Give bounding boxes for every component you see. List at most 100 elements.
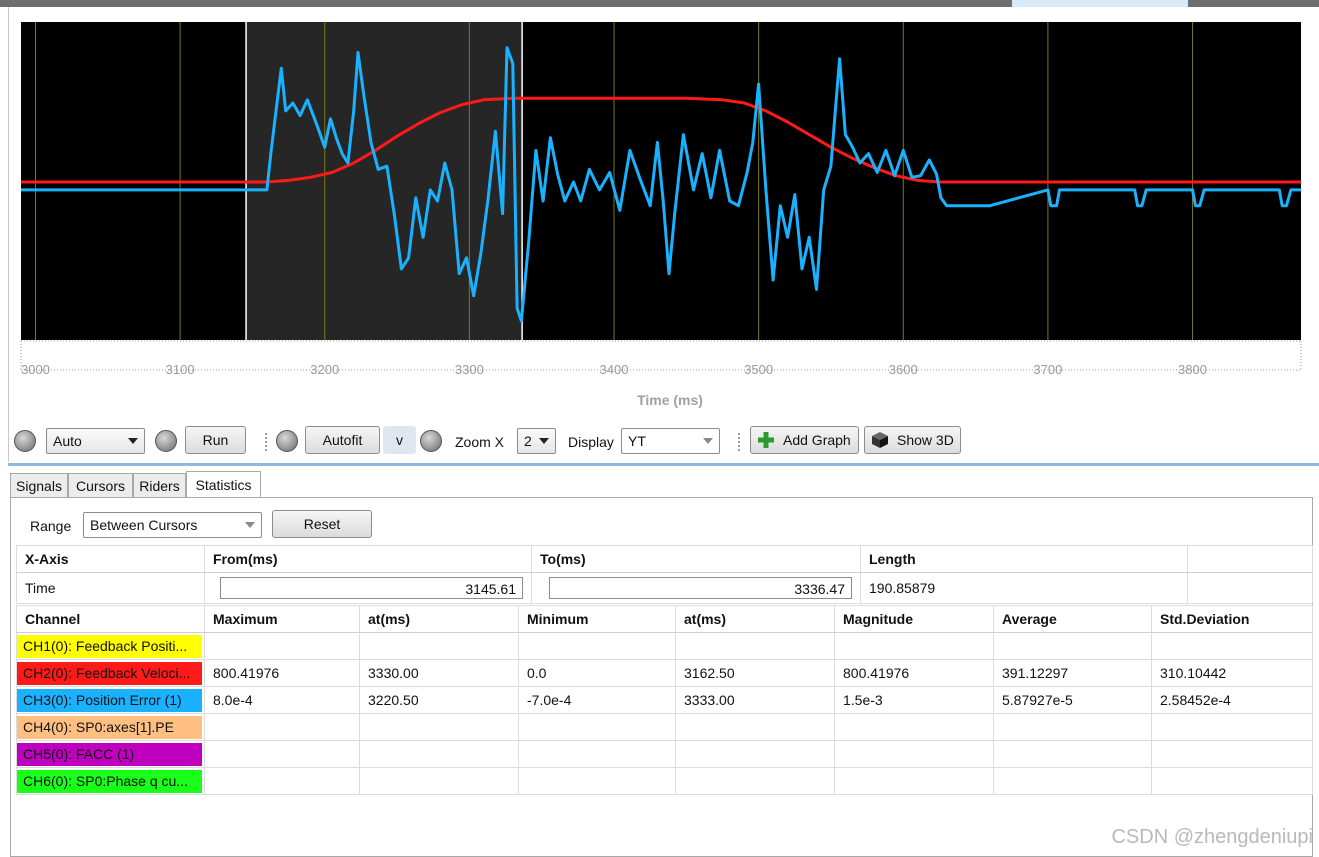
- stat-cell-std: [1151, 740, 1313, 768]
- table-row[interactable]: CH2(0): Feedback Veloci... 800.41976 3330.…: [16, 659, 1313, 687]
- stat-cell-average: [993, 632, 1152, 660]
- x-tick-label: 3400: [599, 362, 629, 377]
- column-header: To(ms): [531, 545, 861, 573]
- stat-cell-min-at: [675, 713, 835, 741]
- stat-cell-average: [993, 740, 1152, 768]
- tab-riders[interactable]: Riders: [133, 473, 186, 497]
- reset-button[interactable]: Reset: [272, 510, 372, 538]
- x-axis-table: X-Axis From(ms) To(ms) Length Time 3145.…: [16, 545, 1313, 604]
- stat-cell-max-at: [359, 713, 519, 741]
- tab-cursors[interactable]: Cursors: [68, 473, 133, 497]
- x-axis-header-row: X-Axis From(ms) To(ms) Length: [16, 545, 1313, 573]
- column-header: [1187, 545, 1313, 573]
- stat-cell-maximum: [204, 740, 360, 768]
- reset-button-label: Reset: [303, 516, 341, 532]
- stat-cell-maximum: [204, 767, 360, 795]
- stat-cell-min-at: [675, 632, 835, 660]
- stat-cell-minimum: [518, 632, 676, 660]
- add-graph-button[interactable]: Add Graph: [750, 426, 859, 454]
- stat-cell-magnitude: [834, 713, 994, 741]
- toolbar-separator: [738, 433, 742, 451]
- stat-cell-magnitude: [834, 740, 994, 768]
- display-select[interactable]: YT: [621, 428, 720, 454]
- statistics-panel: Range Between Cursors Reset X-Axis From(…: [10, 497, 1313, 857]
- table-row[interactable]: CH4(0): SP0:axes[1].PE: [16, 713, 1313, 741]
- stat-cell-minimum: [518, 740, 676, 768]
- x-axis-row: Time 3145.61 3336.47 190.85879: [16, 572, 1313, 604]
- run-led-icon: [155, 430, 177, 452]
- column-header: Average: [993, 605, 1152, 633]
- x-tick-label: 3500: [744, 362, 774, 377]
- stat-cell-max-at: 3220.50: [359, 686, 519, 714]
- stat-cell-maximum: 800.41976: [204, 659, 360, 687]
- tab-statistics-label: Statistics: [195, 477, 252, 493]
- from-ms-input[interactable]: 3145.61: [220, 577, 523, 599]
- column-header: at(ms): [359, 605, 519, 633]
- stat-cell-minimum: -7.0e-4: [518, 686, 676, 714]
- column-header: Std.Deviation: [1151, 605, 1313, 633]
- range-select[interactable]: Between Cursors: [83, 512, 262, 538]
- channel-cell: CH3(0): Position Error (1): [16, 686, 205, 714]
- stat-cell-std: [1151, 767, 1313, 795]
- autofit-button[interactable]: Autofit: [305, 426, 380, 454]
- stat-cell-std: [1151, 632, 1313, 660]
- channel-name: CH2(0): Feedback Veloci...: [17, 661, 202, 685]
- table-row[interactable]: CH5(0): FACC (1): [16, 740, 1313, 768]
- panel-divider[interactable]: [8, 463, 1319, 466]
- window-top-bar: [0, 0, 1319, 7]
- stat-cell-average: [993, 713, 1152, 741]
- zoom-x-label: Zoom X: [455, 434, 505, 450]
- stat-cell-average: [993, 767, 1152, 795]
- x-axis-label: Time (ms): [637, 392, 703, 408]
- table-row[interactable]: CH1(0): Feedback Positi...: [16, 632, 1313, 660]
- autofit-led-icon: [276, 430, 298, 452]
- stat-cell-maximum: [204, 713, 360, 741]
- table-row[interactable]: CH3(0): Position Error (1) 8.0e-4 3220.50-…: [16, 686, 1313, 714]
- column-header: X-Axis: [16, 545, 205, 573]
- mode-led-icon: [14, 430, 36, 452]
- channel-name: CH1(0): Feedback Positi...: [17, 634, 202, 658]
- run-button[interactable]: Run: [185, 426, 246, 454]
- stat-cell-max-at: [359, 740, 519, 768]
- column-header: Minimum: [518, 605, 676, 633]
- show-3d-label: Show 3D: [897, 432, 954, 448]
- stat-cell-max-at: [359, 767, 519, 795]
- graph-toolbar: Auto Run Autofit v Zoom X 2 Display YT A…: [8, 420, 1319, 464]
- chart-canvas[interactable]: [9, 7, 1319, 417]
- mode-select[interactable]: Auto: [46, 428, 145, 454]
- stat-cell-min-at: 3162.50: [675, 659, 835, 687]
- autofit-v-button[interactable]: v: [383, 426, 416, 454]
- channel-cell: CH2(0): Feedback Veloci...: [16, 659, 205, 687]
- x-tick-label: 3700: [1033, 362, 1063, 377]
- x-tick-label: 3300: [454, 362, 484, 377]
- active-window-tab[interactable]: [1012, 0, 1188, 7]
- range-label: Range: [30, 518, 72, 534]
- channel-cell: CH4(0): SP0:axes[1].PE: [16, 713, 205, 741]
- tab-riders-label: Riders: [139, 477, 180, 494]
- zoom-x-select[interactable]: 2: [517, 428, 556, 454]
- channel-cell: CH6(0): SP0:Phase q cu...: [16, 767, 205, 795]
- column-header: Channel: [16, 605, 205, 633]
- stat-cell-max-at: 3330.00: [359, 659, 519, 687]
- to-ms-input[interactable]: 3336.47: [549, 577, 852, 599]
- x-tick-label: 3000: [20, 362, 50, 377]
- stat-cell-std: [1151, 713, 1313, 741]
- show-3d-button[interactable]: Show 3D: [864, 426, 961, 454]
- column-header: From(ms): [204, 545, 532, 573]
- column-header: Length: [860, 545, 1188, 573]
- chevron-down-icon: [128, 438, 138, 444]
- table-row[interactable]: CH6(0): SP0:Phase q cu...: [16, 767, 1313, 795]
- add-graph-label: Add Graph: [783, 432, 851, 448]
- tab-statistics[interactable]: Statistics: [186, 471, 261, 498]
- x-tick-label: 3100: [165, 362, 195, 377]
- stat-cell-min-at: [675, 740, 835, 768]
- stat-cell-minimum: [518, 713, 676, 741]
- range-value: Between Cursors: [90, 517, 198, 533]
- stat-cell-average: 391.12297: [993, 659, 1152, 687]
- stat-cell-max-at: [359, 632, 519, 660]
- tab-signals-label: Signals: [16, 477, 62, 494]
- channel-stats-table: Channel Maximum at(ms) Minimum at(ms) Ma…: [16, 605, 1313, 795]
- tab-signals[interactable]: Signals: [10, 473, 68, 497]
- autofit-v-label: v: [396, 432, 403, 448]
- stat-cell-std: 2.58452e-4: [1151, 686, 1313, 714]
